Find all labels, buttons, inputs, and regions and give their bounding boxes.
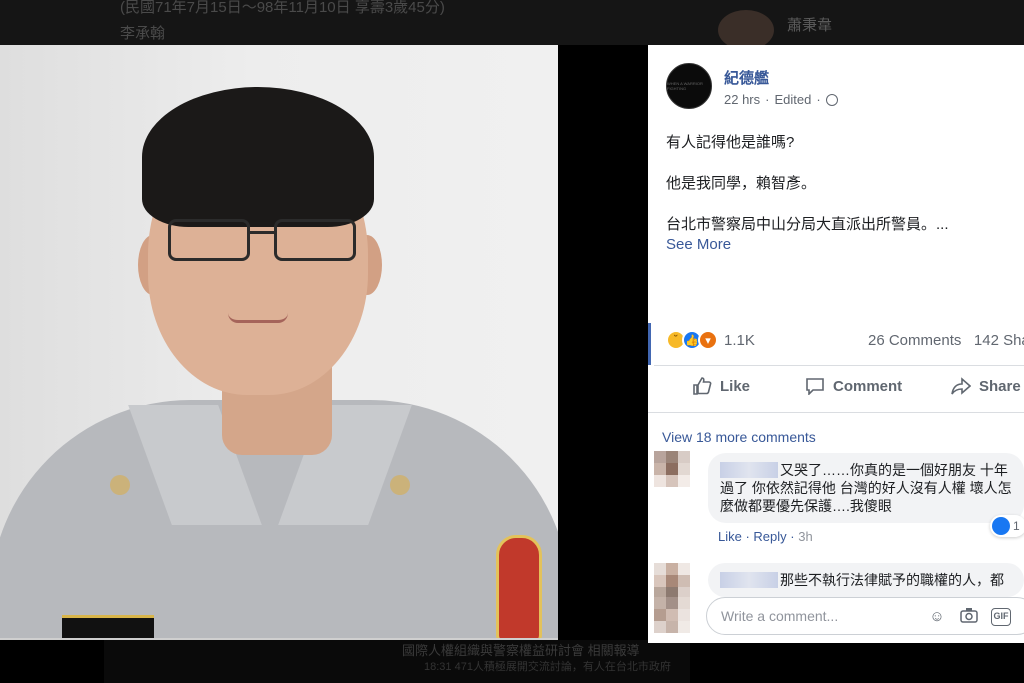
commenter-avatar[interactable] — [654, 451, 690, 487]
photo-mouth — [228, 313, 288, 323]
author-name[interactable]: 紀德艦 — [724, 67, 769, 88]
like-button-label: Like — [720, 377, 751, 395]
background-avatar — [718, 10, 774, 45]
reactions-summary[interactable]: ˘ 👍 ▾ 1.1K — [666, 330, 755, 350]
comment-bubble: 又哭了……你真的是一個好朋友 十年過了 你依然記得他 台灣的好人沒有人權 壞人怎… — [708, 453, 1024, 523]
comment-bubble: 那些不執行法律賦予的職權的人，都 — [708, 563, 1024, 597]
commenter-name[interactable] — [720, 572, 778, 588]
edited-label[interactable]: Edited — [774, 92, 811, 107]
background-page-header: (民國71年7月15日～98年11月10日 享壽3歲45分) 李承翰 蕭秉韋 — [0, 0, 1024, 45]
comment-reaction-badge[interactable]: 1 — [990, 515, 1024, 537]
background-text: 國際人權組織與警察權益研討會 相關報導 — [402, 643, 640, 658]
post-photo[interactable] — [0, 45, 558, 640]
reaction-count: 1.1K — [724, 331, 755, 349]
write-comment-placeholder: Write a comment... — [721, 608, 839, 624]
background-text: (民國71年7月15日～98年11月10日 享壽3歲45分) — [120, 0, 445, 16]
focus-indicator — [648, 323, 651, 365]
comment-like-button[interactable]: Like — [718, 529, 742, 544]
comment-reply-button[interactable]: Reply — [753, 529, 786, 544]
camera-icon[interactable] — [959, 607, 979, 627]
author-avatar[interactable]: WHEN A WARRIOR FIGHTING — [666, 63, 712, 109]
post-time[interactable]: 22 hrs — [724, 92, 760, 107]
gif-icon[interactable]: GIF — [991, 608, 1011, 626]
angry-emoji-icon: ▾ — [698, 330, 718, 350]
like-button[interactable]: Like — [692, 377, 750, 395]
post-meta: 22 hrs · Edited · — [724, 92, 838, 107]
comment-like-count: 1 — [1013, 519, 1020, 533]
post-actions: Like Comment Share — [648, 375, 1024, 405]
post-paragraph: 台北市警察局中山分局大直派出所警員。... — [666, 216, 949, 233]
post-paragraph: 他是我同學，賴智彥。 — [666, 175, 817, 192]
comment-text: 那些不執行法律賦予的職權的人，都 — [780, 572, 1004, 588]
background-page-footer: 國際人權組織與警察權益研討會 相關報導 18:31 471人積極展開交流討論，有… — [104, 640, 690, 683]
share-button[interactable]: Share — [951, 377, 1021, 395]
post-paragraph: 有人記得他是誰嗎? — [666, 134, 795, 151]
speech-bubble-icon — [806, 378, 824, 395]
comment-button[interactable]: Comment — [805, 377, 902, 395]
avatar-text: WHEN A WARRIOR FIGHTING — [667, 81, 703, 91]
comment-button-label: Comment — [833, 377, 903, 395]
view-more-comments-link[interactable]: View 18 more comments — [662, 429, 816, 445]
globe-icon[interactable] — [825, 93, 838, 106]
engagement-counts: 26 Comments 142 Sha — [868, 332, 1024, 349]
comments-count[interactable]: 26 Comments — [868, 332, 961, 349]
divider — [654, 365, 1024, 366]
photo-epaulet — [110, 475, 130, 495]
photo-shoulder-patch — [496, 535, 542, 638]
write-comment-input[interactable]: Write a comment... ☺ GIF — [706, 597, 1024, 635]
share-button-label: Share — [979, 377, 1021, 395]
shares-count[interactable]: 142 Sha — [974, 332, 1024, 349]
comment-time[interactable]: 3h — [798, 529, 812, 544]
commenter-name[interactable] — [720, 462, 778, 478]
photo-glasses — [168, 219, 358, 263]
divider — [648, 412, 1024, 413]
background-text: 18:31 471人積極展開交流討論，有人在台北市政府 — [424, 661, 671, 673]
background-text: 李承翰 — [120, 25, 166, 42]
comment-actions: Like · Reply · 3h — [718, 529, 813, 544]
thumbs-up-icon — [693, 377, 712, 395]
see-more-link[interactable]: See More — [666, 236, 731, 253]
share-arrow-icon — [951, 377, 971, 395]
commenter-avatar[interactable] — [654, 563, 690, 599]
post-sidebar: WHEN A WARRIOR FIGHTING 紀德艦 22 hrs · Edit… — [648, 45, 1024, 643]
like-icon — [992, 517, 1010, 535]
photo-epaulet — [390, 475, 410, 495]
photo-hair — [142, 87, 374, 227]
current-user-avatar — [654, 597, 690, 633]
emoji-icon[interactable]: ☺ — [927, 607, 947, 627]
photo-nametag — [62, 615, 154, 638]
background-name: 蕭秉韋 — [787, 17, 833, 34]
